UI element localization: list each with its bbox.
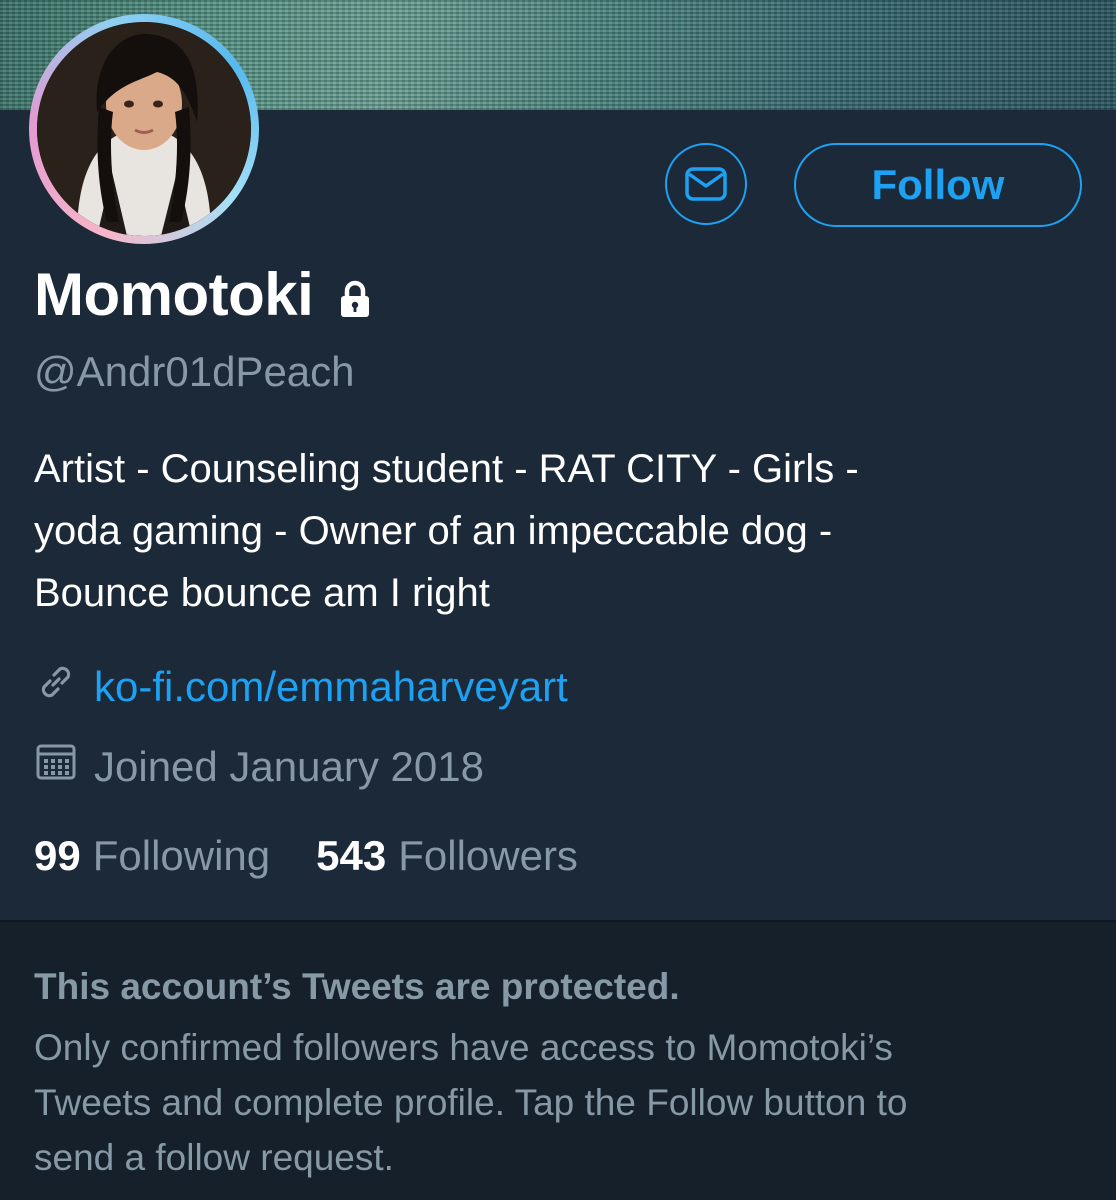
joined-date-row: Joined January 2018: [34, 740, 484, 794]
bio-line: Artist - Counseling student - RAT CITY -…: [34, 447, 859, 491]
profile-link-row: ko-fi.com/emmaharveyart: [34, 660, 568, 714]
follow-button[interactable]: Follow: [794, 143, 1082, 227]
profile-website-link[interactable]: ko-fi.com/emmaharveyart: [94, 663, 568, 711]
message-button[interactable]: [665, 143, 747, 225]
username-handle: @Andr01dPeach: [34, 348, 355, 395]
protected-notice-body: Only confirmed followers have access to …: [34, 1020, 1094, 1185]
followers-count: 543: [316, 832, 387, 879]
followers-stat[interactable]: 543 Followers: [316, 832, 578, 880]
mail-icon: [685, 167, 727, 201]
bio-line: Bounce bounce am I right: [34, 571, 490, 615]
protected-tweets-notice: This account’s Tweets are protected. Onl…: [0, 920, 1116, 1200]
profile-stats: 99 Following 543 Followers: [34, 832, 578, 880]
protected-notice-title: This account’s Tweets are protected.: [34, 966, 680, 1007]
protected-notice-line: send a follow request.: [34, 1137, 394, 1178]
link-icon: [34, 660, 78, 714]
profile-bio: Artist - Counseling student - RAT CITY -…: [34, 438, 1074, 624]
joined-date: Joined January 2018: [94, 743, 484, 790]
banner-artwork: ▔▔▔▔▔: [360, 0, 660, 52]
protected-notice-line: Only confirmed followers have access to …: [34, 1027, 893, 1068]
following-count: 99: [34, 832, 81, 879]
avatar[interactable]: [37, 22, 251, 236]
calendar-icon: [34, 740, 78, 794]
lock-icon: [335, 264, 375, 333]
display-name: Momotoki: [34, 261, 314, 328]
profile-page: ▔▔▔▔▔ Follow Momotoki @Andr01dPeach Arti…: [0, 0, 1116, 1200]
followers-label: Followers: [398, 832, 578, 879]
protected-notice-line: Tweets and complete profile. Tap the Fol…: [34, 1082, 908, 1123]
display-name-row: Momotoki: [34, 256, 375, 333]
bio-line: yoda gaming - Owner of an impeccable dog…: [34, 509, 833, 553]
following-stat[interactable]: 99 Following: [34, 832, 270, 880]
following-label: Following: [92, 832, 271, 879]
avatar-portrait: [37, 22, 251, 236]
